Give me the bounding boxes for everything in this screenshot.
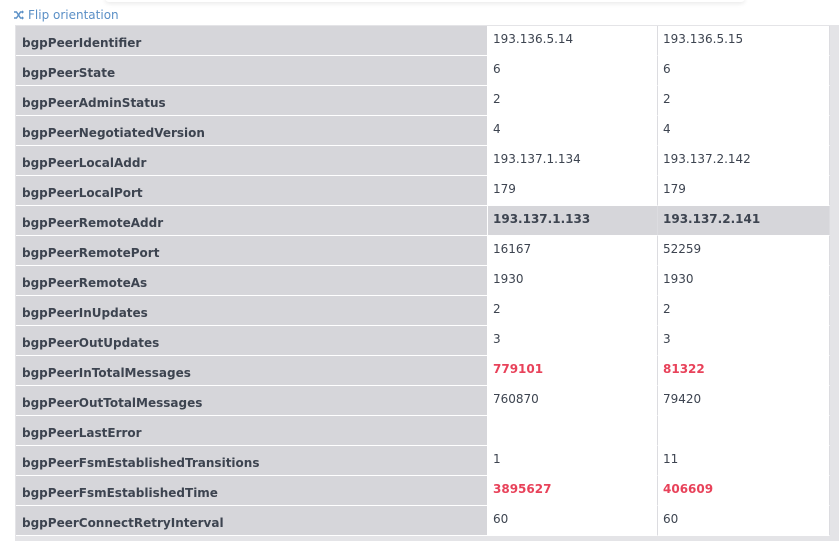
value-cell-peer-1: 193.136.5.14 bbox=[488, 26, 658, 56]
peer-comparison-table: bgpPeerIdentifier 193.136.5.14 193.136.5… bbox=[16, 26, 830, 536]
table-row: bgpPeerRemoteAs 1930 1930 bbox=[16, 266, 830, 296]
table-row: bgpPeerAdminStatus 2 2 bbox=[16, 86, 830, 116]
peer-comparison-table-container: bgpPeerIdentifier 193.136.5.14 193.136.5… bbox=[15, 25, 839, 541]
value-cell-peer-1-differs: 3895627 bbox=[488, 476, 658, 506]
shuffle-icon bbox=[13, 9, 25, 21]
table-row: bgpPeerInUpdates 2 2 bbox=[16, 296, 830, 326]
value-cell-peer-2: 193.137.2.141 bbox=[658, 206, 830, 236]
value-cell-peer-1: 2 bbox=[488, 86, 658, 116]
table-row: bgpPeerIdentifier 193.136.5.14 193.136.5… bbox=[16, 26, 830, 56]
value-cell-peer-2 bbox=[658, 416, 830, 446]
value-cell-peer-2: 4 bbox=[658, 116, 830, 146]
value-cell-peer-2: 60 bbox=[658, 506, 830, 536]
row-label: bgpPeerAdminStatus bbox=[16, 86, 488, 116]
row-label: bgpPeerConnectRetryInterval bbox=[16, 506, 488, 536]
header-shadow bbox=[105, 0, 745, 2]
row-label: bgpPeerIdentifier bbox=[16, 26, 488, 56]
table-row: bgpPeerLocalPort 179 179 bbox=[16, 176, 830, 206]
value-cell-peer-2: 3 bbox=[658, 326, 830, 356]
row-label: bgpPeerFsmEstablishedTime bbox=[16, 476, 488, 506]
value-cell-peer-1: 3 bbox=[488, 326, 658, 356]
value-cell-peer-1-differs: 779101 bbox=[488, 356, 658, 386]
value-cell-peer-2-differs: 81322 bbox=[658, 356, 830, 386]
table-row: bgpPeerRemotePort 16167 52259 bbox=[16, 236, 830, 266]
value-cell-peer-2: 193.136.5.15 bbox=[658, 26, 830, 56]
row-label: bgpPeerRemoteAddr bbox=[16, 206, 488, 236]
value-cell-peer-2: 193.137.2.142 bbox=[658, 146, 830, 176]
table-row: bgpPeerOutTotalMessages 760870 79420 bbox=[16, 386, 830, 416]
row-label: bgpPeerOutTotalMessages bbox=[16, 386, 488, 416]
table-row: bgpPeerInTotalMessages 779101 81322 bbox=[16, 356, 830, 386]
row-label: bgpPeerInTotalMessages bbox=[16, 356, 488, 386]
row-label: bgpPeerInUpdates bbox=[16, 296, 488, 326]
page: Flip orientation bgpPeerIdentifier 193.1… bbox=[0, 0, 839, 541]
value-cell-peer-2: 1930 bbox=[658, 266, 830, 296]
table-row: bgpPeerFsmEstablishedTransitions 1 11 bbox=[16, 446, 830, 476]
value-cell-peer-2: 52259 bbox=[658, 236, 830, 266]
value-cell-peer-2-differs: 406609 bbox=[658, 476, 830, 506]
value-cell-peer-2: 179 bbox=[658, 176, 830, 206]
table-row: bgpPeerNegotiatedVersion 4 4 bbox=[16, 116, 830, 146]
row-label: bgpPeerLastError bbox=[16, 416, 488, 446]
flip-orientation-link[interactable]: Flip orientation bbox=[13, 8, 119, 22]
value-cell-peer-1 bbox=[488, 416, 658, 446]
value-cell-peer-1: 193.137.1.133 bbox=[488, 206, 658, 236]
table-row: bgpPeerState 6 6 bbox=[16, 56, 830, 86]
value-cell-peer-1: 60 bbox=[488, 506, 658, 536]
table-row: bgpPeerOutUpdates 3 3 bbox=[16, 326, 830, 356]
row-label: bgpPeerState bbox=[16, 56, 488, 86]
row-label: bgpPeerRemoteAs bbox=[16, 266, 488, 296]
row-label: bgpPeerOutUpdates bbox=[16, 326, 488, 356]
value-cell-peer-1: 1 bbox=[488, 446, 658, 476]
row-label: bgpPeerLocalAddr bbox=[16, 146, 488, 176]
value-cell-peer-1: 16167 bbox=[488, 236, 658, 266]
table-row-highlighted: bgpPeerRemoteAddr 193.137.1.133 193.137.… bbox=[16, 206, 830, 236]
table-row: bgpPeerLocalAddr 193.137.1.134 193.137.2… bbox=[16, 146, 830, 176]
row-label: bgpPeerLocalPort bbox=[16, 176, 488, 206]
row-label: bgpPeerFsmEstablishedTransitions bbox=[16, 446, 488, 476]
table-row: bgpPeerConnectRetryInterval 60 60 bbox=[16, 506, 830, 536]
row-label: bgpPeerRemotePort bbox=[16, 236, 488, 266]
value-cell-peer-1: 760870 bbox=[488, 386, 658, 416]
row-label: bgpPeerNegotiatedVersion bbox=[16, 116, 488, 146]
value-cell-peer-2: 11 bbox=[658, 446, 830, 476]
value-cell-peer-2: 6 bbox=[658, 56, 830, 86]
value-cell-peer-2: 2 bbox=[658, 296, 830, 326]
value-cell-peer-2: 79420 bbox=[658, 386, 830, 416]
value-cell-peer-1: 193.137.1.134 bbox=[488, 146, 658, 176]
value-cell-peer-2: 2 bbox=[658, 86, 830, 116]
value-cell-peer-1: 2 bbox=[488, 296, 658, 326]
value-cell-peer-1: 4 bbox=[488, 116, 658, 146]
flip-orientation-label: Flip orientation bbox=[28, 8, 119, 22]
table-row: bgpPeerLastError bbox=[16, 416, 830, 446]
table-row: bgpPeerFsmEstablishedTime 3895627 406609 bbox=[16, 476, 830, 506]
value-cell-peer-1: 6 bbox=[488, 56, 658, 86]
value-cell-peer-1: 1930 bbox=[488, 266, 658, 296]
value-cell-peer-1: 179 bbox=[488, 176, 658, 206]
